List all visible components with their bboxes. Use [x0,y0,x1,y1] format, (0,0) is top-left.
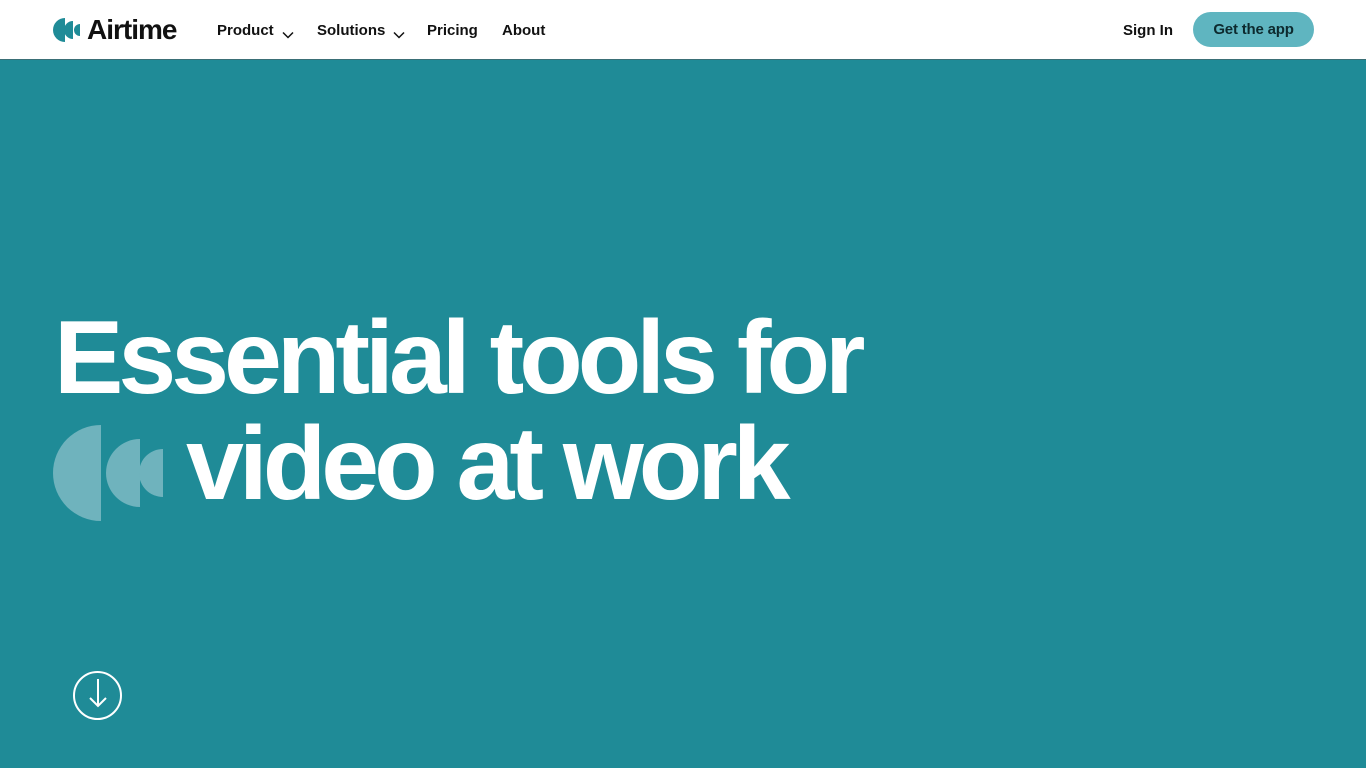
top-navigation-bar: Airtime Product Solutions Pricing About … [0,0,1366,60]
nav-pricing-label: Pricing [427,21,478,39]
logo-text: Airtime [87,14,177,45]
sign-in-link[interactable]: Sign In [1123,0,1173,60]
arrow-down-icon [87,677,109,714]
chevron-down-icon [282,26,294,39]
nav-about-link[interactable]: About [502,0,545,60]
nav-product-label: Product [217,21,274,39]
nav-solutions-dropdown[interactable]: Solutions [317,0,405,60]
airtime-logo-link[interactable]: Airtime [53,14,177,46]
nav-solutions-label: Solutions [317,21,386,39]
hero-headline-line-1: Essential tools for [54,300,866,416]
nav-about-label: About [502,21,546,39]
hero-headline-line-2: video at work [186,406,791,522]
nav-pricing-link[interactable]: Pricing [427,0,478,60]
nav-product-dropdown[interactable]: Product [217,0,294,60]
airtime-mark-icon [53,18,83,42]
scroll-down-button[interactable] [73,671,122,720]
chevron-down-icon [393,26,405,39]
get-the-app-button[interactable]: Get the app [1193,12,1314,47]
sign-in-label: Sign In [1123,21,1173,39]
airtime-mark-icon [53,425,165,526]
